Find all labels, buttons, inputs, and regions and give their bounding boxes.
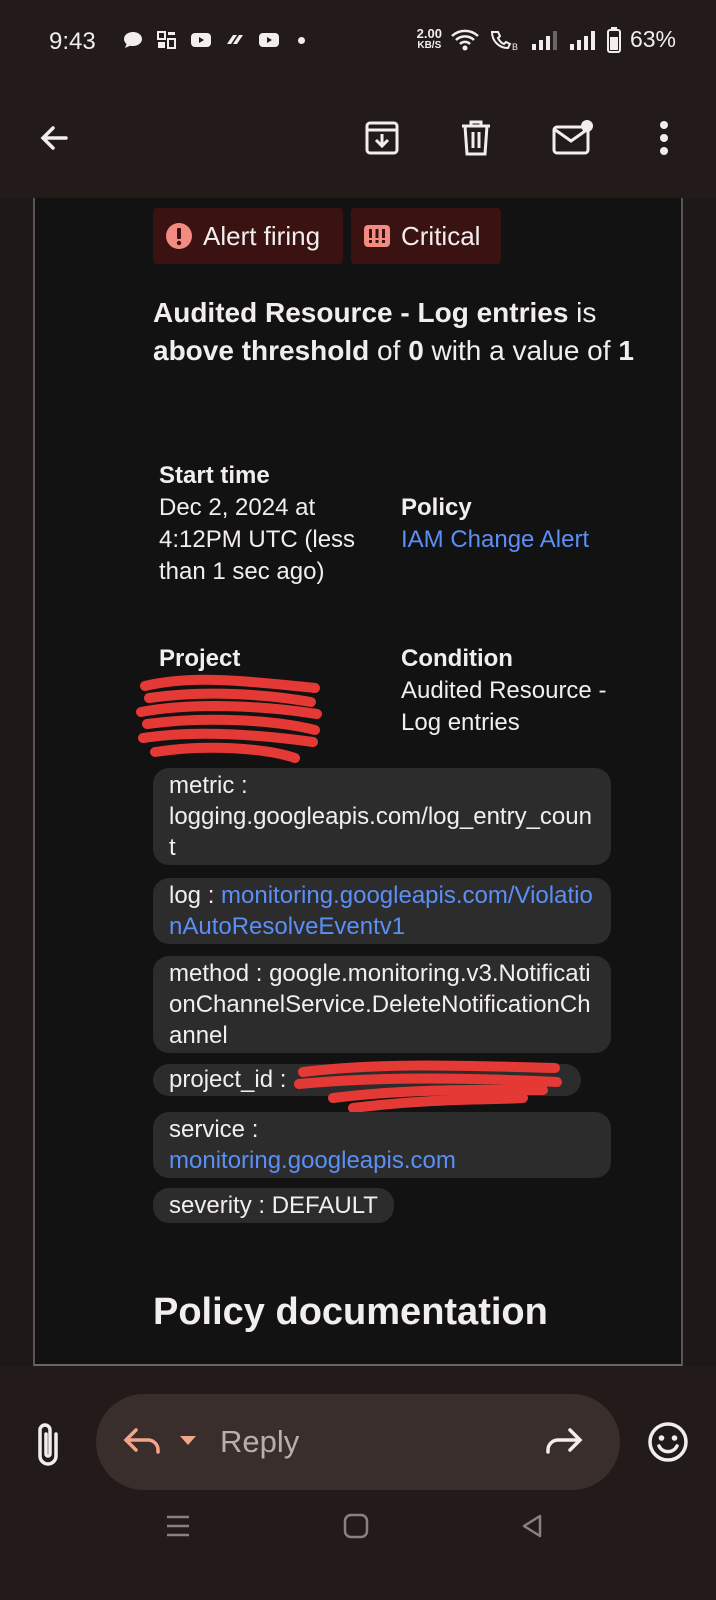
service-value-link[interactable]: monitoring.googleapis.com [169, 1147, 456, 1174]
method-key: method : [169, 960, 270, 987]
project-redaction [136, 674, 322, 763]
policy-link[interactable]: IAM Change Alert [401, 524, 589, 556]
condition-value: Audited Resource - Log entries [401, 677, 607, 736]
reply-label: Reply [220, 1424, 300, 1459]
chat-bubble-icon [124, 32, 142, 48]
recent-apps-icon[interactable] [164, 1512, 192, 1540]
alert-firing-badge: Alert firing [153, 208, 343, 264]
method-chip: method : google.monitoring.v3.Notificati… [153, 956, 611, 1053]
attach-button[interactable] [26, 1418, 70, 1470]
start-time-label: Start time [159, 462, 270, 489]
alert-firing-label: Alert firing [203, 220, 321, 251]
condition-label: Condition [401, 645, 513, 672]
chevron-down-icon[interactable] [178, 1434, 198, 1448]
log-chip: log : monitoring.googleapis.com/Violatio… [153, 878, 611, 944]
wifi-calling-icon: B [490, 30, 518, 52]
delete-button[interactable] [452, 114, 500, 162]
headline-actual-value: 1 [618, 335, 634, 366]
alert-headline: Audited Resource - Log entries is above … [153, 294, 643, 370]
top-app-bar [0, 84, 716, 198]
reply-box[interactable]: Reply [96, 1394, 620, 1490]
back-nav-icon[interactable] [518, 1512, 546, 1540]
start-time-value: Dec 2, 2024 at 4:12PM UTC (less than 1 s… [159, 494, 356, 585]
svg-text:B: B [512, 42, 518, 52]
status-right: 2.00 KB/S B 63% [417, 26, 676, 53]
arrow-back-icon [40, 126, 68, 150]
battery-icon [606, 26, 621, 53]
service-chip: service : monitoring.googleapis.com [153, 1112, 611, 1178]
more-notifications-dot [298, 36, 305, 44]
signal-icon-1 [531, 30, 557, 50]
metric-chip: metric : logging.googleapis.com/log_entr… [153, 768, 611, 865]
more-options-button[interactable] [640, 114, 688, 162]
metric-key: metric : [169, 772, 248, 799]
archive-button[interactable] [358, 114, 406, 162]
wifi-icon [451, 29, 479, 50]
headline-text-value: with a value of [423, 335, 619, 366]
policy-documentation-heading: Policy documentation [153, 1291, 548, 1333]
notification-icons [122, 30, 305, 50]
severity-chip: severity : DEFAULT [153, 1188, 394, 1223]
speed-value: 2.00 [416, 25, 442, 41]
paperclip-icon [38, 1423, 58, 1466]
youtube-icon [191, 33, 211, 47]
log-value-link[interactable]: monitoring.googleapis.com/ViolationAutoR… [169, 882, 593, 940]
email-body-viewport[interactable]: Alert firing Critical Audited Resource -… [0, 198, 716, 1366]
trash-icon [462, 120, 490, 156]
reply-arrow-icon [123, 1428, 160, 1454]
alert-card: Alert firing Critical Audited Resource -… [33, 198, 683, 1366]
speed-unit: KB/S [417, 39, 442, 51]
network-speed: 2.00 KB/S [416, 25, 442, 52]
more-vert-icon [660, 121, 668, 155]
battery-percent: 63% [629, 26, 676, 52]
alert-icon [166, 223, 192, 249]
system-nav-bar [0, 1500, 716, 1600]
headline-resource: Audited Resource - Log entries [153, 297, 569, 328]
archive-icon [365, 121, 399, 155]
mark-unread-button[interactable] [548, 114, 596, 162]
youtube-icon-2 [259, 33, 279, 47]
bottom-reply-bar: Reply [0, 1366, 716, 1600]
emoji-button[interactable] [646, 1420, 690, 1464]
mail-unread-icon [552, 120, 593, 155]
log-key: log : [169, 882, 222, 909]
home-icon[interactable] [342, 1512, 370, 1540]
emoji-icon [648, 1422, 688, 1462]
headline-threshold-state: above threshold [153, 335, 370, 366]
status-time: 9:43 [49, 28, 96, 55]
critical-severity-icon [364, 225, 390, 247]
headline-threshold-value: 0 [408, 335, 424, 366]
severity-value: DEFAULT [271, 1192, 378, 1219]
forward-arrow-icon[interactable] [542, 1424, 584, 1458]
project-label: Project [159, 645, 241, 672]
status-bar: 9:43 2.00 KB/S B 63% [0, 0, 716, 84]
policy-label: Policy [401, 494, 472, 521]
service-key: service : [169, 1116, 259, 1143]
grid-app-icon [157, 31, 176, 49]
signal-icon-2 [569, 30, 595, 50]
project-id-redaction [294, 1060, 562, 1113]
back-button[interactable] [30, 114, 78, 162]
link-app-icon [227, 35, 243, 44]
headline-text-of: of [369, 335, 409, 366]
critical-label: Critical [401, 220, 481, 251]
project-id-key: project_id : [169, 1066, 287, 1093]
headline-text-is: is [568, 297, 597, 328]
metric-value: logging.googleapis.com/log_entry_count [169, 803, 592, 861]
critical-badge: Critical [351, 208, 501, 264]
severity-key: severity : [169, 1192, 272, 1219]
